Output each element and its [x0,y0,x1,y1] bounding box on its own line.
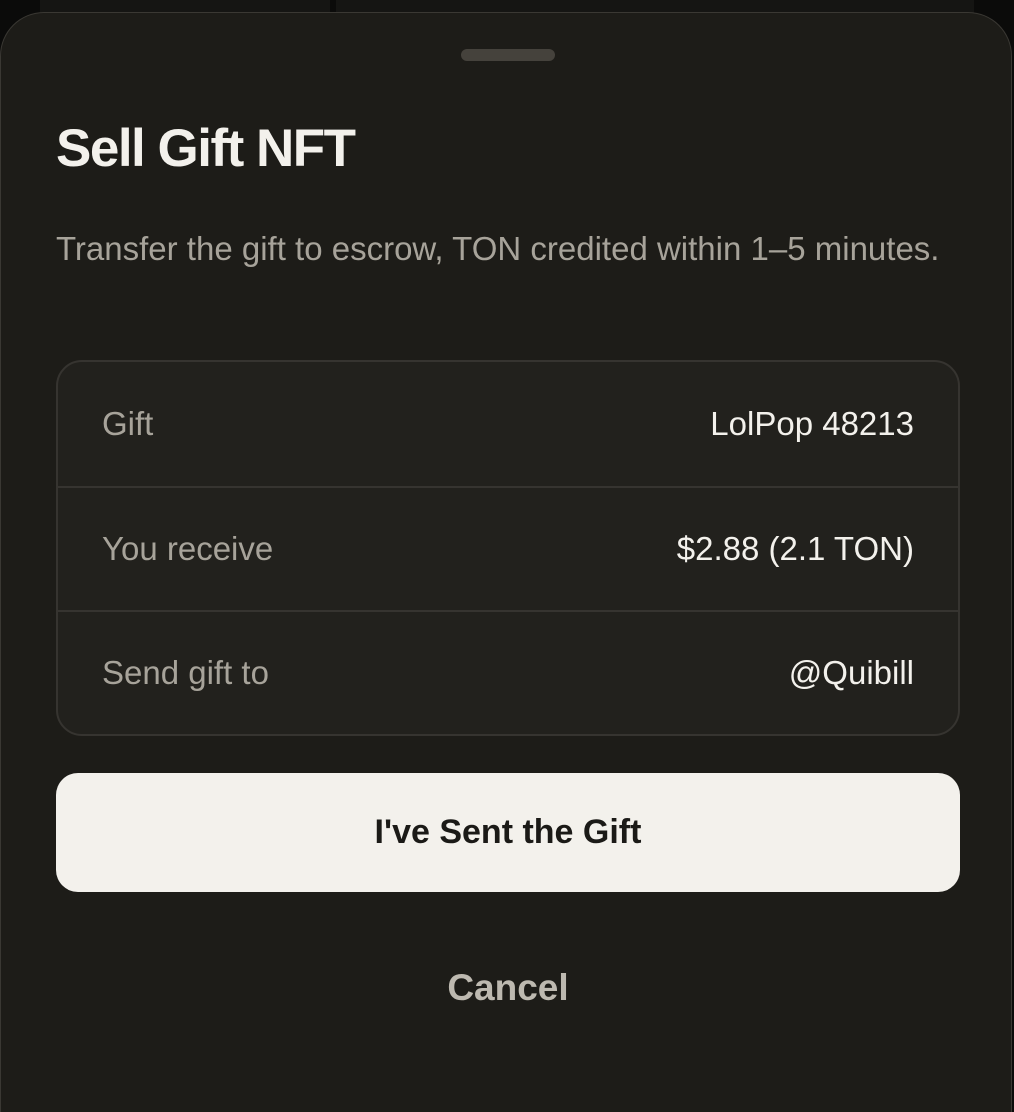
detail-label-send-to: Send gift to [102,654,269,691]
sheet-drag-handle[interactable] [461,49,555,61]
sell-gift-bottom-sheet: Sell Gift NFT Transfer the gift to escro… [0,12,1012,1112]
detail-label-receive: You receive [102,530,274,567]
cancel-button[interactable]: Cancel [408,951,608,1025]
detail-value-gift: LolPop 48213 [710,405,914,442]
detail-label-gift: Gift [102,405,154,442]
detail-value-send-to: @Quibill [788,654,914,691]
detail-value-receive: $2.88 (2.1 TON) [676,530,914,567]
confirm-sent-gift-button[interactable]: I've Sent the Gift [56,773,960,892]
sheet-description: Transfer the gift to escrow, TON credite… [56,230,940,267]
sale-details-card: Gift LolPop 48213 You receive $2.88 (2.1… [56,360,960,736]
detail-row-send-to: Send gift to @Quibill [58,610,958,734]
detail-row-receive: You receive $2.88 (2.1 TON) [58,486,958,610]
detail-row-gift: Gift LolPop 48213 [58,362,958,486]
sheet-title: Sell Gift NFT [56,119,356,178]
